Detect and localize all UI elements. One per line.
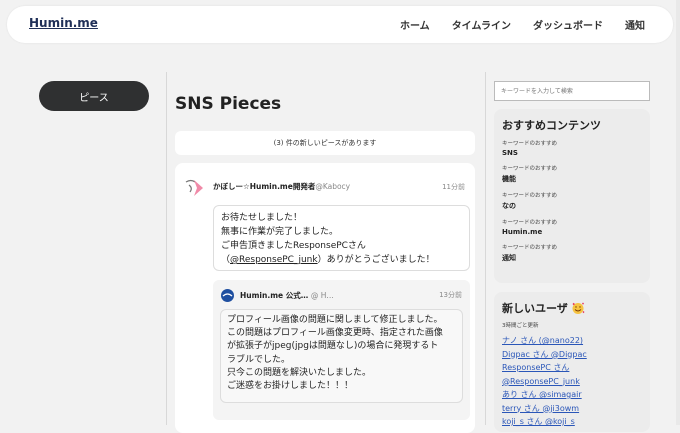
reply-line: ラブルでした。 — [227, 354, 291, 365]
post-body: お待たせしました！ 無事に作業が完了しました。 ご申告頂きましたResponse… — [213, 205, 470, 271]
reply-handle: @ H… — [310, 291, 334, 300]
reco-keyword[interactable]: なの — [502, 201, 642, 211]
new-user-link[interactable]: ResponsePC さん — [502, 361, 642, 375]
search-input[interactable] — [494, 81, 650, 101]
recommended-content-card: おすすめコンテンツ キーワードのおすすめ SNS キーワードのおすすめ 機能 キ… — [494, 109, 650, 283]
new-pieces-notice[interactable]: (3) 件の新しいピースがあります — [175, 131, 475, 155]
reco-keyword[interactable]: 通知 — [502, 253, 642, 263]
left-divider — [166, 72, 167, 425]
new-user-link[interactable]: koji_s さん @koji_s — [502, 415, 642, 429]
new-user-link[interactable]: ナノ さん (@nano22) — [502, 334, 642, 348]
post-line: （@ResponsePC_junk）ありがとうございました！ — [221, 255, 435, 265]
reco-item[interactable]: キーワードのおすすめ SNS — [502, 139, 642, 157]
reply-line: プロフィール画像の問題に関しまして修正しました。 — [227, 315, 443, 325]
post-author[interactable]: かぼしー☆Humin.me開発者@Kabocy — [213, 181, 350, 192]
reco-caption: キーワードのおすすめ — [502, 220, 558, 226]
post-handle[interactable]: @Kabocy — [315, 182, 350, 191]
pink-logo-icon[interactable] — [183, 176, 207, 200]
post-line: お待たせしました！ — [221, 213, 303, 223]
reco-caption: キーワードのおすすめ — [502, 166, 558, 172]
new-user-link[interactable]: terry さん @ji3owm — [502, 402, 642, 416]
piece-thread: かぼしー☆Humin.me開発者@Kabocy 11分前 お待たせしました！ 無… — [175, 163, 475, 433]
reply-body: プロフィール画像の問題に関しまして修正しました。 この問題はプロフィール画像変更… — [220, 309, 463, 403]
page-title: SNS Pieces — [175, 94, 282, 114]
new-users-title: 新しいユーザ — [502, 300, 642, 316]
users-update-note: 3時間ごと更新 — [502, 323, 539, 329]
reply-line: ご迷惑をお掛けしました！！！ — [227, 381, 354, 392]
reco-item[interactable]: キーワードのおすすめ 機能 — [502, 164, 642, 184]
reco-keyword[interactable]: 機能 — [502, 174, 642, 184]
nav-timeline[interactable]: タイムライン — [452, 17, 511, 32]
pieces-button[interactable]: ピース — [39, 81, 149, 111]
reco-caption: キーワードのおすすめ — [502, 193, 558, 199]
new-user-link[interactable]: あり さん @simagair — [502, 388, 642, 402]
post-line: 無事に作業が完了しました。 — [221, 227, 339, 237]
smiling-face-with-hearts-icon — [572, 302, 585, 314]
new-users-card: 新しいユーザ 3時間ごと更新 ナノ さん (@nano22) Digpac さん… — [494, 292, 650, 432]
reco-keyword[interactable]: SNS — [502, 149, 642, 157]
reply-line: が拡張子がjpeg(jpgは問題なし)の場合に発現するト — [227, 341, 439, 352]
reco-caption: キーワードのおすすめ — [502, 245, 558, 251]
humin-logo-icon[interactable] — [221, 289, 234, 302]
quoted-reply[interactable]: Humin.me 公式… @ H… 13分前 プロフィール画像の問題に関しまして… — [213, 280, 470, 420]
reco-keyword[interactable]: Humin.me — [502, 228, 642, 236]
nav-home[interactable]: ホーム — [400, 17, 430, 32]
main-nav: ホーム タイムライン ダッシュボード 通知 — [400, 17, 645, 32]
reply-author[interactable]: Humin.me 公式… @ H… — [240, 290, 334, 301]
reply-line: この問題はプロフィール画像変更時、指定された画像 — [227, 328, 443, 339]
mention-link[interactable]: @ResponsePC_junk — [230, 255, 318, 265]
right-divider — [485, 72, 486, 425]
post-line: ご申告頂きましたResponsePCさん — [221, 241, 366, 251]
recommended-title: おすすめコンテンツ — [502, 119, 601, 132]
nav-notifications[interactable]: 通知 — [625, 17, 645, 32]
reco-item[interactable]: キーワードのおすすめ なの — [502, 191, 642, 211]
top-header: Humin.me ホーム タイムライン ダッシュボード 通知 — [7, 6, 673, 43]
reco-item[interactable]: キーワードのおすすめ 通知 — [502, 243, 642, 263]
brand-logo-link[interactable]: Humin.me — [29, 16, 98, 30]
reply-line: 只今この問題を解決いたしました。 — [227, 367, 372, 378]
new-user-link[interactable]: @ResponsePC_junk — [502, 375, 642, 389]
reco-item[interactable]: キーワードのおすすめ Humin.me — [502, 218, 642, 236]
reco-caption: キーワードのおすすめ — [502, 141, 558, 147]
new-user-link[interactable]: Digpac さん @Digpac — [502, 348, 642, 362]
post-time: 11分前 — [442, 183, 465, 191]
scrollbar[interactable] — [676, 0, 680, 425]
nav-dashboard[interactable]: ダッシュボード — [533, 17, 603, 32]
reply-time: 13分前 — [439, 291, 462, 299]
